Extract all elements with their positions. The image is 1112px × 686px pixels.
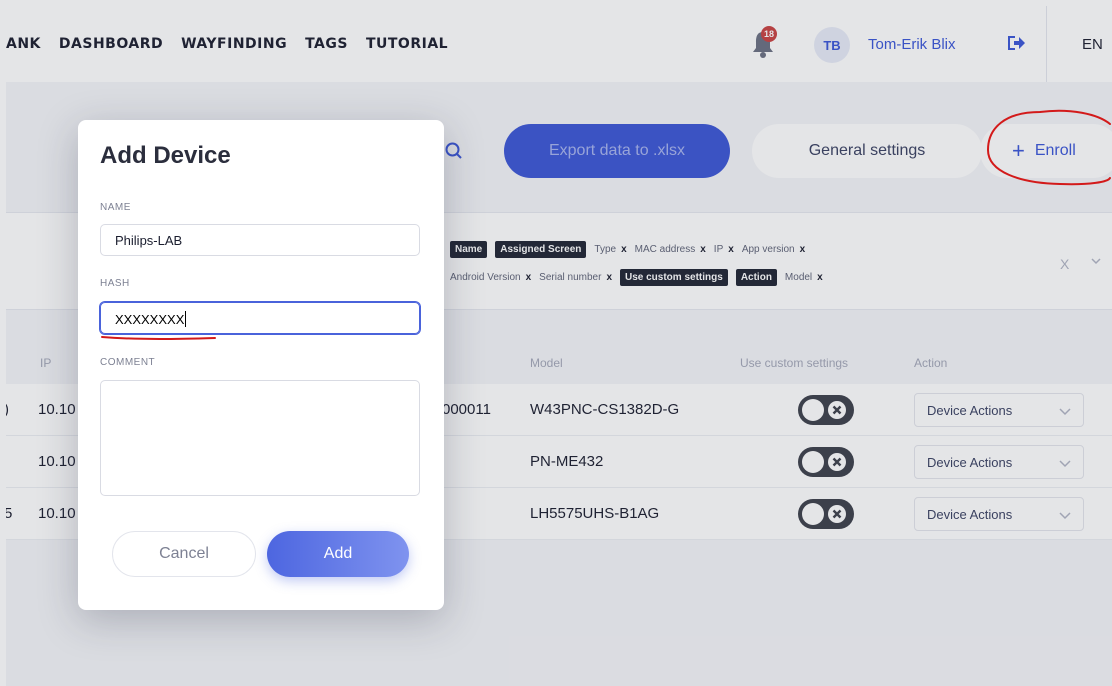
hash-field[interactable]: XXXXXXXX [100,302,420,334]
comment-label: COMMENT [100,357,156,368]
hash-value: XXXXXXXX [115,312,185,327]
comment-field[interactable] [100,380,420,496]
cancel-button[interactable]: Cancel [112,531,256,577]
text-caret [185,311,187,327]
name-label: NAME [100,202,131,213]
name-value: Philips-LAB [115,233,183,248]
add-button[interactable]: Add [267,531,409,577]
hash-label: HASH [100,278,130,289]
name-field[interactable]: Philips-LAB [100,224,420,256]
add-device-dialog: Add Device NAME Philips-LAB HASH XXXXXXX… [78,120,444,610]
dialog-title: Add Device [100,142,231,169]
